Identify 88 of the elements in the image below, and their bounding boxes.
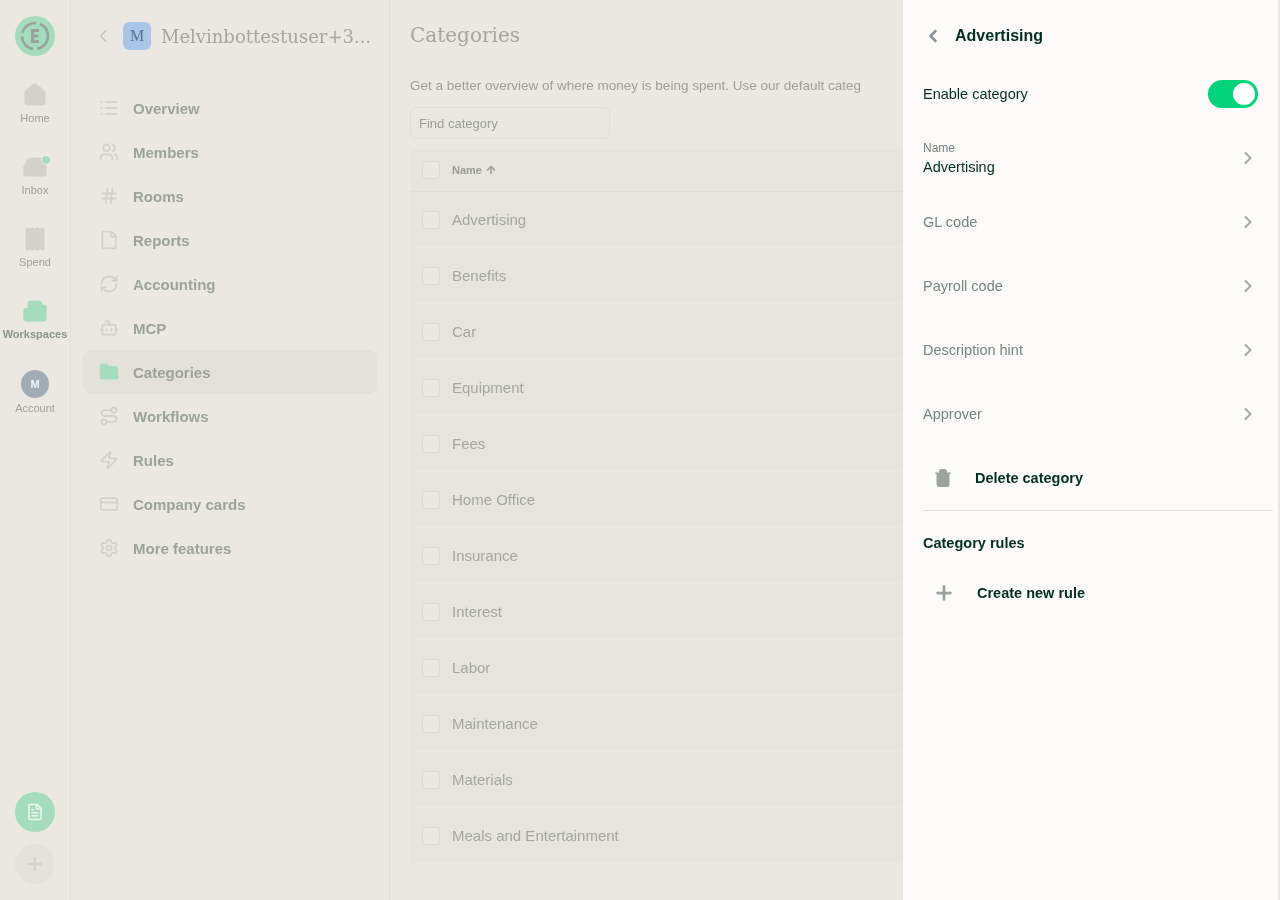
- action-row[interactable]: Delete category: [923, 446, 1258, 510]
- card-icon: [99, 494, 119, 514]
- plus-icon: [933, 582, 955, 604]
- sidebar-label: Members: [133, 143, 199, 161]
- table-cell: Interest: [452, 603, 503, 620]
- sidebar-item[interactable]: Company cards: [83, 482, 377, 526]
- sidebar-label: Overview: [133, 99, 200, 117]
- trash-icon: [933, 468, 953, 488]
- robot-icon: [99, 318, 119, 338]
- home-icon: [22, 82, 48, 108]
- nav-item[interactable]: Home: [20, 82, 50, 154]
- menu-row[interactable]: GL code: [923, 190, 1258, 254]
- panel-title: Advertising: [955, 27, 1043, 45]
- table-cell: Car: [452, 323, 477, 340]
- nav-label: Home: [20, 112, 50, 124]
- sidebar-label: Workflows: [133, 407, 209, 425]
- sidebar-label: Rules: [133, 451, 174, 469]
- sidebar-item[interactable]: Rooms: [83, 174, 377, 218]
- description-text: Get a better overview of where money is being spent. Use our default categ: [410, 78, 862, 93]
- route-icon: [99, 406, 119, 426]
- field-label: Description hint: [923, 342, 1023, 358]
- nav-label: Account: [15, 402, 55, 414]
- action-row[interactable]: Create new rule: [923, 561, 1258, 625]
- page-title: Categories: [410, 22, 521, 49]
- toggle-switch[interactable]: [1208, 80, 1258, 108]
- field-label: GL code: [923, 214, 978, 230]
- nav-label: Workspaces: [2, 328, 68, 340]
- nav-item[interactable]: Workspaces: [2, 298, 68, 370]
- hash-icon: [99, 186, 119, 206]
- field-label: Name: [923, 141, 956, 155]
- add-button[interactable]: [15, 844, 55, 884]
- sidebar-item[interactable]: Members: [83, 130, 377, 174]
- nav-label: Spend: [19, 256, 51, 268]
- column-header[interactable]: Name: [452, 164, 497, 176]
- table-cell: Meals and Entertainment: [452, 827, 619, 844]
- table-cell: Advertising: [452, 211, 527, 228]
- nav-label: Inbox: [21, 184, 49, 196]
- table-cell: Labor: [452, 659, 491, 676]
- table-cell: Benefits: [452, 267, 507, 284]
- sidebar-item[interactable]: MCP: [83, 306, 377, 350]
- sidebar-label: Categories: [133, 363, 211, 381]
- logo-icon[interactable]: [15, 16, 55, 56]
- section-title: Category rules: [923, 535, 1026, 551]
- field-value: Advertising: [923, 159, 995, 175]
- sidebar-label: Reports: [133, 231, 190, 249]
- sidebar-item[interactable]: Overview: [83, 86, 377, 130]
- list-icon: [99, 98, 119, 118]
- nav-item[interactable]: Spend: [19, 226, 51, 298]
- table-cell: Equipment: [452, 379, 524, 396]
- sidebar-label: MCP: [133, 319, 167, 337]
- sidebar-label: Accounting: [133, 275, 216, 293]
- sidebar-label: More features: [133, 539, 232, 557]
- menu-row[interactable]: Name Advertising: [923, 126, 1258, 190]
- sidebar-item[interactable]: Workflows: [83, 394, 377, 438]
- people-icon: [99, 142, 119, 162]
- workspace-avatar: M: [123, 22, 151, 50]
- menu-row[interactable]: Payroll code: [923, 254, 1258, 318]
- table-cell: Insurance: [452, 547, 518, 564]
- nav-item[interactable]: Inbox: [21, 154, 49, 226]
- action-label: Create new rule: [977, 585, 1085, 601]
- sidebar-item[interactable]: Rules: [83, 438, 377, 482]
- sidebar-label: Rooms: [133, 187, 184, 205]
- sidebar-item[interactable]: More features: [83, 526, 377, 570]
- table-cell: Fees: [452, 435, 486, 452]
- table-cell: Maintenance: [452, 715, 538, 732]
- menu-row[interactable]: Approver: [923, 382, 1258, 446]
- sidebar-label: Company cards: [133, 495, 246, 513]
- table-cell: Home Office: [452, 491, 536, 508]
- workspace-title: Melvinbottestuser+3...: [161, 25, 372, 47]
- toggle-label: Enable category: [923, 86, 1028, 102]
- table-cell: Materials: [452, 771, 513, 788]
- field-label: Approver: [923, 406, 982, 422]
- folder-icon: [99, 362, 119, 382]
- receipt-plus-icon: [26, 803, 44, 821]
- new-expense-button[interactable]: [15, 792, 55, 832]
- document-icon: [99, 230, 119, 250]
- avatar: M: [21, 370, 49, 398]
- menu-row[interactable]: Description hint: [923, 318, 1258, 382]
- field-label: Payroll code: [923, 278, 1003, 294]
- sidebar-item[interactable]: Accounting: [83, 262, 377, 306]
- action-label: Delete category: [975, 470, 1083, 486]
- lightning-icon: [99, 450, 119, 470]
- settings-icon: [99, 538, 119, 558]
- sidebar-item[interactable]: Categories: [83, 350, 377, 394]
- search-field[interactable]: Find category: [410, 107, 610, 139]
- refresh-icon: [99, 274, 119, 294]
- sidebar-item[interactable]: Reports: [83, 218, 377, 262]
- account-nav-item[interactable]: M Account: [15, 370, 55, 442]
